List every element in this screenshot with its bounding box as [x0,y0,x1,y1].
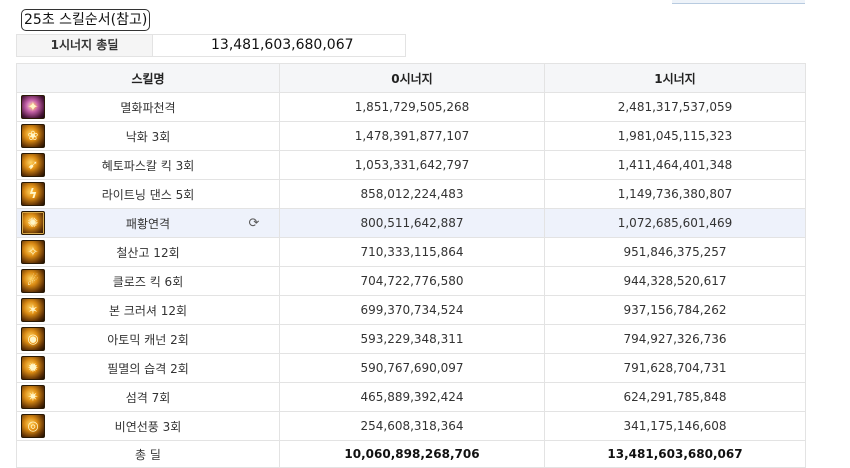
close-kick-icon: ☄ [21,269,45,293]
table-row: ☄ 클로즈 킥 6회 704,722,776,580 944,328,520,6… [16,266,806,296]
table-row: ✧ 철산고 12회 710,333,115,864 951,846,375,25… [16,237,806,267]
synergy-1-value: 937,156,784,262 [544,295,806,325]
synergy-1-value: 794,927,326,736 [544,324,806,354]
summary-box: 1시너지 총딜 13,481,603,680,067 [16,34,406,57]
summary-label: 1시너지 총딜 [17,35,153,56]
synergy-0-value: 593,229,348,311 [279,324,545,354]
flame-burst-icon: ✦ [21,95,45,119]
synergy-0-value: 1,053,331,642,797 [279,150,545,180]
skill-name-cell: ◎ 비연선풍 3회 [16,411,280,441]
skill-name-cell: ✹ 필멸의 습격 2회 [16,353,280,383]
header-synergy-0: 0시너지 [279,63,545,93]
synergy-1-value: 1,981,045,115,323 [544,121,806,151]
total-row: 총 딜 10,060,898,268,706 13,481,603,680,06… [16,440,806,468]
header-synergy-1: 1시너지 [544,63,806,93]
sync-icon[interactable]: ⟳ [247,216,261,231]
synergy-0-value: 710,333,115,864 [279,237,545,267]
table-row: ◎ 비연선풍 3회 254,608,318,364 341,175,146,60… [16,411,806,441]
combo-strike-icon: ✺ [21,211,45,235]
synergy-0-value: 699,370,734,524 [279,295,545,325]
total-label: 총 딜 [16,440,280,468]
atomic-cannon-icon: ◉ [21,327,45,351]
skill-name-cell: ✶ 본 크러셔 12회 [16,295,280,325]
table-row: ❀ 낙화 3회 1,478,391,877,107 1,981,045,115,… [16,121,806,151]
lightning-dance-icon: ϟ [21,182,45,206]
table-row: ✦ 멸화파천격 1,851,729,505,268 2,481,317,537,… [16,92,806,122]
synergy-1-value: 624,291,785,848 [544,382,806,412]
page-title: 25초 스킬순서(참고) [21,9,151,31]
synergy-0-value: 800,511,642,887 [279,208,545,238]
skill-name: 섬격 7회 [125,390,171,405]
skill-name: 멸화파천격 [120,100,176,115]
falling-flower-icon: ❀ [21,124,45,148]
total-synergy-0: 10,060,898,268,706 [279,440,545,468]
skill-name-cell: ✧ 철산고 12회 [16,237,280,267]
bone-crusher-icon: ✶ [21,298,45,322]
synergy-1-value: 1,149,736,380,807 [544,179,806,209]
skill-name-cell: ❀ 낙화 3회 [16,121,280,151]
skill-name: 클로즈 킥 6회 [112,274,184,289]
skill-name: 필멸의 습격 2회 [107,361,189,376]
table-row: ϟ 라이트닝 댄스 5회 858,012,224,483 1,149,736,3… [16,179,806,209]
skill-name: 낙화 3회 [125,129,171,144]
flash-strike-icon: ✷ [21,385,45,409]
synergy-0-value: 704,722,776,580 [279,266,545,296]
table-row: ➹ 혜토파스칼 킥 3회 1,053,331,642,797 1,411,464… [16,150,806,180]
skill-name-cell: ϟ 라이트닝 댄스 5회 [16,179,280,209]
skill-name: 패황연격 [125,216,171,231]
synergy-0-value: 254,608,318,364 [279,411,545,441]
synergy-1-value: 1,072,685,601,469 [544,208,806,238]
table-header-row: 스킬명 0시너지 1시너지 [16,63,806,93]
synergy-1-value: 2,481,317,537,059 [544,92,806,122]
skill-name: 철산고 12회 [116,245,180,260]
skill-name-cell: ☄ 클로즈 킥 6회 [16,266,280,296]
table-row: ✷ 섬격 7회 465,889,392,424 624,291,785,848 [16,382,806,412]
summary-value: 13,481,603,680,067 [211,37,354,53]
skill-name: 아토믹 캐넌 2회 [107,332,189,347]
synergy-1-value: 341,175,146,608 [544,411,806,441]
skill-name: 혜토파스칼 킥 3회 [101,158,195,173]
mortal-raid-icon: ✹ [21,356,45,380]
skill-name: 본 크러셔 12회 [108,303,188,318]
skill-name-cell: ◉ 아토믹 캐넌 2회 [16,324,280,354]
table-row: ✶ 본 크러셔 12회 699,370,734,524 937,156,784,… [16,295,806,325]
skill-name: 라이트닝 댄스 5회 [101,187,195,202]
table-row-highlighted: ✺ 패황연격 ⟳ 800,511,642,887 1,072,685,601,4… [16,208,806,238]
synergy-0-value: 1,851,729,505,268 [279,92,545,122]
iron-mountain-icon: ✧ [21,240,45,264]
skill-name-cell: ✺ 패황연격 ⟳ [16,208,280,238]
synergy-0-value: 590,767,690,097 [279,353,545,383]
table-row: ✹ 필멸의 습격 2회 590,767,690,097 791,628,704,… [16,353,806,383]
skill-name-cell: ✷ 섬격 7회 [16,382,280,412]
skill-damage-table: 스킬명 0시너지 1시너지 ✦ 멸화파천격 1,851,729,505,268 … [16,63,806,468]
synergy-1-value: 791,628,704,731 [544,353,806,383]
synergy-1-value: 944,328,520,617 [544,266,806,296]
skill-name-cell: ✦ 멸화파천격 [16,92,280,122]
header-skill-name: 스킬명 [16,63,280,93]
synergy-0-value: 1,478,391,877,107 [279,121,545,151]
kick-icon: ➹ [21,153,45,177]
top-tab-edge [672,0,805,4]
synergy-1-value: 951,846,375,257 [544,237,806,267]
total-synergy-1: 13,481,603,680,067 [544,440,806,468]
skill-name-cell: ➹ 혜토파스칼 킥 3회 [16,150,280,180]
synergy-0-value: 465,889,392,424 [279,382,545,412]
synergy-0-value: 858,012,224,483 [279,179,545,209]
table-row: ◉ 아토믹 캐넌 2회 593,229,348,311 794,927,326,… [16,324,806,354]
whirlwind-icon: ◎ [21,414,45,438]
skill-name: 비연선풍 3회 [114,419,182,434]
synergy-1-value: 1,411,464,401,348 [544,150,806,180]
